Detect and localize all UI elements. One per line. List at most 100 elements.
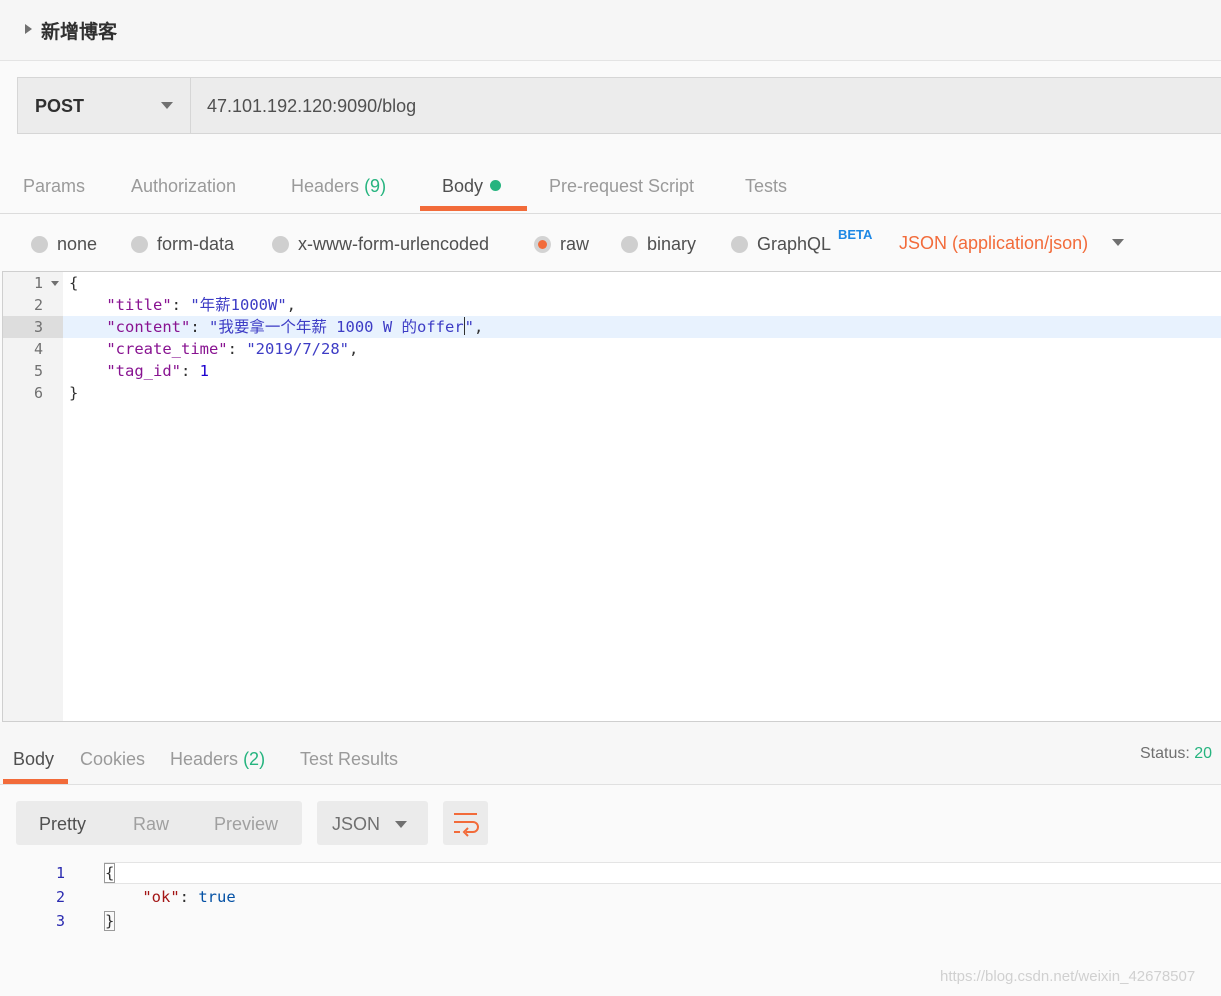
tab-tests[interactable]: Tests bbox=[745, 176, 787, 197]
wrap-lines-button[interactable] bbox=[443, 801, 488, 845]
line-number: 1 bbox=[33, 274, 43, 292]
radio-graphql[interactable]: GraphQL bbox=[731, 233, 831, 255]
tab-headers-label: Headers bbox=[291, 176, 360, 196]
json-boolean: true bbox=[198, 888, 236, 906]
fold-arrow-icon[interactable] bbox=[51, 281, 59, 286]
response-line-number: 2 bbox=[55, 888, 65, 906]
code-line: { bbox=[69, 272, 78, 294]
radio-form-data[interactable]: form-data bbox=[131, 233, 234, 255]
view-pretty-button[interactable]: Pretty bbox=[39, 814, 86, 835]
close-brace: } bbox=[103, 911, 116, 931]
response-tab-headers[interactable]: Headers (2) bbox=[170, 749, 265, 770]
code-line: } bbox=[69, 382, 78, 404]
body-type-selector: none form-data x-www-form-urlencoded raw… bbox=[0, 214, 1221, 271]
beta-badge: BETA bbox=[838, 227, 873, 242]
method-select[interactable]: POST bbox=[17, 77, 190, 134]
json-string: "2019/7/28" bbox=[246, 340, 349, 358]
code-line: "create_time": "2019/7/28", bbox=[69, 338, 358, 360]
view-preview-button[interactable]: Preview bbox=[214, 814, 278, 835]
open-brace: { bbox=[69, 274, 79, 292]
radio-none-label: none bbox=[57, 233, 98, 254]
status-label: Status: bbox=[1140, 745, 1190, 762]
chevron-down-icon bbox=[161, 102, 173, 109]
code-line: "content": "我要拿一个年薪 1000 W 的offer", bbox=[69, 316, 483, 338]
tab-pre-request-script[interactable]: Pre-request Script bbox=[549, 176, 694, 197]
json-key: "create_time" bbox=[106, 340, 228, 358]
tab-params[interactable]: Params bbox=[23, 176, 85, 197]
request-name[interactable]: 新增博客 bbox=[41, 17, 117, 44]
radio-binary[interactable]: binary bbox=[621, 233, 696, 255]
response-code-line: "ok": true bbox=[105, 885, 236, 909]
code-line: "title": "年薪1000W", bbox=[69, 294, 296, 316]
radio-binary-label: binary bbox=[647, 233, 697, 254]
radio-urlencoded[interactable]: x-www-form-urlencoded bbox=[272, 233, 489, 255]
view-mode-segmented-control: Pretty Raw Preview bbox=[16, 801, 302, 845]
active-tab-indicator bbox=[420, 206, 527, 211]
radio-dot-icon bbox=[272, 235, 289, 253]
watermark: https://blog.csdn.net/weixin_42678507 bbox=[940, 968, 1196, 985]
colon: : bbox=[180, 362, 200, 380]
request-body-editor[interactable]: 1 2 3 4 5 6 { "title": "年薪1000W", "conte… bbox=[2, 271, 1221, 722]
tab-authorization[interactable]: Authorization bbox=[131, 176, 236, 197]
radio-selected-dot-icon bbox=[534, 235, 551, 253]
response-active-line bbox=[104, 862, 1221, 884]
tab-body-label: Body bbox=[442, 176, 484, 196]
radio-dot-icon bbox=[131, 235, 148, 253]
url-value: 47.101.192.120:9090/blog bbox=[207, 96, 417, 116]
radio-form-data-label: form-data bbox=[157, 233, 235, 254]
expand-arrow-icon[interactable] bbox=[25, 24, 32, 34]
comma: , bbox=[474, 318, 484, 336]
open-brace: { bbox=[103, 863, 116, 883]
json-key: "content" bbox=[106, 318, 191, 336]
line-number: 6 bbox=[33, 384, 43, 402]
radio-urlencoded-label: x-www-form-urlencoded bbox=[298, 233, 490, 254]
colon: : bbox=[227, 340, 247, 358]
response-code-line: { bbox=[103, 861, 116, 885]
method-label: POST bbox=[35, 96, 85, 116]
response-headers-count-badge: (2) bbox=[243, 749, 266, 769]
json-key: "ok" bbox=[142, 888, 180, 906]
radio-dot-icon bbox=[31, 235, 48, 253]
response-tab-test-results[interactable]: Test Results bbox=[300, 749, 398, 770]
active-response-tab-indicator bbox=[3, 779, 68, 784]
content-type-select[interactable]: JSON (application/json) bbox=[899, 233, 1088, 254]
close-brace: } bbox=[69, 384, 79, 402]
response-tab-body[interactable]: Body bbox=[13, 749, 54, 770]
body-modified-dot-icon bbox=[490, 180, 502, 191]
response-tab-headers-label: Headers bbox=[170, 749, 239, 769]
chevron-down-icon[interactable] bbox=[1112, 239, 1124, 246]
json-string: "年薪1000W" bbox=[190, 296, 287, 314]
json-key: "tag_id" bbox=[106, 362, 181, 380]
json-number: 1 bbox=[199, 362, 209, 380]
radio-graphql-label: GraphQL bbox=[757, 233, 832, 254]
json-string: "我要拿一个年薪 1000 W 的offer bbox=[209, 318, 464, 336]
headers-count-badge: (9) bbox=[364, 176, 387, 196]
line-number: 3 bbox=[33, 318, 43, 336]
colon: : bbox=[179, 888, 199, 906]
comma: , bbox=[286, 296, 296, 314]
status-code: 20 bbox=[1194, 745, 1213, 762]
url-input[interactable]: 47.101.192.120:9090/blog bbox=[190, 77, 1221, 134]
colon: : bbox=[171, 296, 191, 314]
code-line: "tag_id": 1 bbox=[69, 360, 209, 382]
tab-body[interactable]: Body bbox=[442, 176, 502, 197]
radio-dot-icon bbox=[621, 235, 638, 253]
radio-none[interactable]: none bbox=[31, 233, 97, 255]
response-format-label: JSON bbox=[332, 814, 381, 834]
response-code-line: } bbox=[103, 909, 116, 933]
response-tabs: Body Cookies Headers (2) Test Results St… bbox=[0, 722, 1221, 785]
line-number: 4 bbox=[33, 340, 43, 358]
chevron-down-icon bbox=[395, 821, 407, 828]
wrap-lines-icon bbox=[454, 813, 479, 837]
json-key: "title" bbox=[106, 296, 172, 314]
request-tabs: Params Authorization Headers (9) Body Pr… bbox=[0, 154, 1221, 214]
response-line-number: 3 bbox=[55, 912, 65, 930]
response-format-select[interactable]: JSON bbox=[317, 801, 428, 845]
response-tab-cookies[interactable]: Cookies bbox=[80, 749, 145, 770]
view-raw-button[interactable]: Raw bbox=[133, 814, 169, 835]
radio-raw[interactable]: raw bbox=[534, 233, 589, 255]
radio-raw-label: raw bbox=[560, 233, 590, 254]
response-status: Status: 20 bbox=[1140, 745, 1212, 763]
tab-headers[interactable]: Headers (9) bbox=[291, 176, 386, 197]
json-string-end: " bbox=[464, 318, 474, 336]
